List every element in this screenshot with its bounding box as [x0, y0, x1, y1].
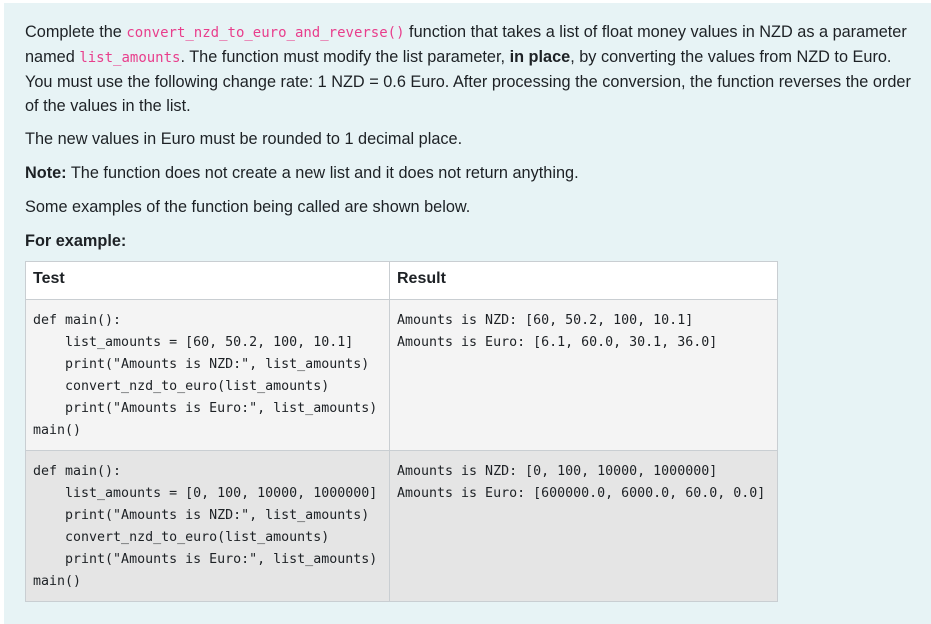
examples-table: Test Result def main(): list_amounts = [… [25, 261, 778, 602]
examples-intro-paragraph: Some examples of the function being call… [25, 198, 471, 216]
result-output: Amounts is NZD: [60, 50.2, 100, 10.1] Am… [397, 313, 718, 350]
question-text-panel: Complete the convert_nzd_to_euro_and_rev… [4, 3, 931, 624]
test-cell: def main(): list_amounts = [0, 100, 1000… [25, 450, 390, 602]
function-name-code: convert_nzd_to_euro_and_reverse() [126, 25, 405, 41]
test-column-header: Test [25, 261, 390, 300]
test-cell: def main(): list_amounts = [60, 50.2, 10… [25, 299, 390, 451]
table-row: def main(): list_amounts = [60, 50.2, 10… [25, 299, 778, 451]
description-text: Complete the [25, 23, 127, 41]
test-code: def main(): list_amounts = [0, 100, 1000… [33, 464, 378, 589]
result-cell: Amounts is NZD: [0, 100, 10000, 1000000]… [389, 450, 778, 602]
result-cell: Amounts is NZD: [60, 50.2, 100, 10.1] Am… [389, 299, 778, 451]
for-example-paragraph: For example: [25, 229, 911, 253]
test-code: def main(): list_amounts = [60, 50.2, 10… [33, 313, 378, 438]
note-text: The function does not create a new list … [66, 164, 579, 182]
note-label: Note: [25, 164, 67, 182]
result-output: Amounts is NZD: [0, 100, 10000, 1000000]… [397, 464, 766, 501]
parameter-name-code: list_amounts [79, 50, 181, 66]
description-text: . The function must modify the list para… [180, 48, 510, 66]
rounding-paragraph: The new values in Euro must be rounded t… [25, 130, 463, 148]
for-example-heading: For example: [25, 232, 127, 250]
description-paragraph: Complete the convert_nzd_to_euro_and_rev… [25, 20, 911, 118]
emphasis-in-place: in place [509, 48, 571, 66]
table-row: def main(): list_amounts = [0, 100, 1000… [25, 450, 778, 602]
result-column-header: Result [389, 261, 778, 300]
table-header-row: Test Result [25, 261, 778, 300]
note-paragraph: Note: The function does not create a new… [25, 161, 911, 185]
